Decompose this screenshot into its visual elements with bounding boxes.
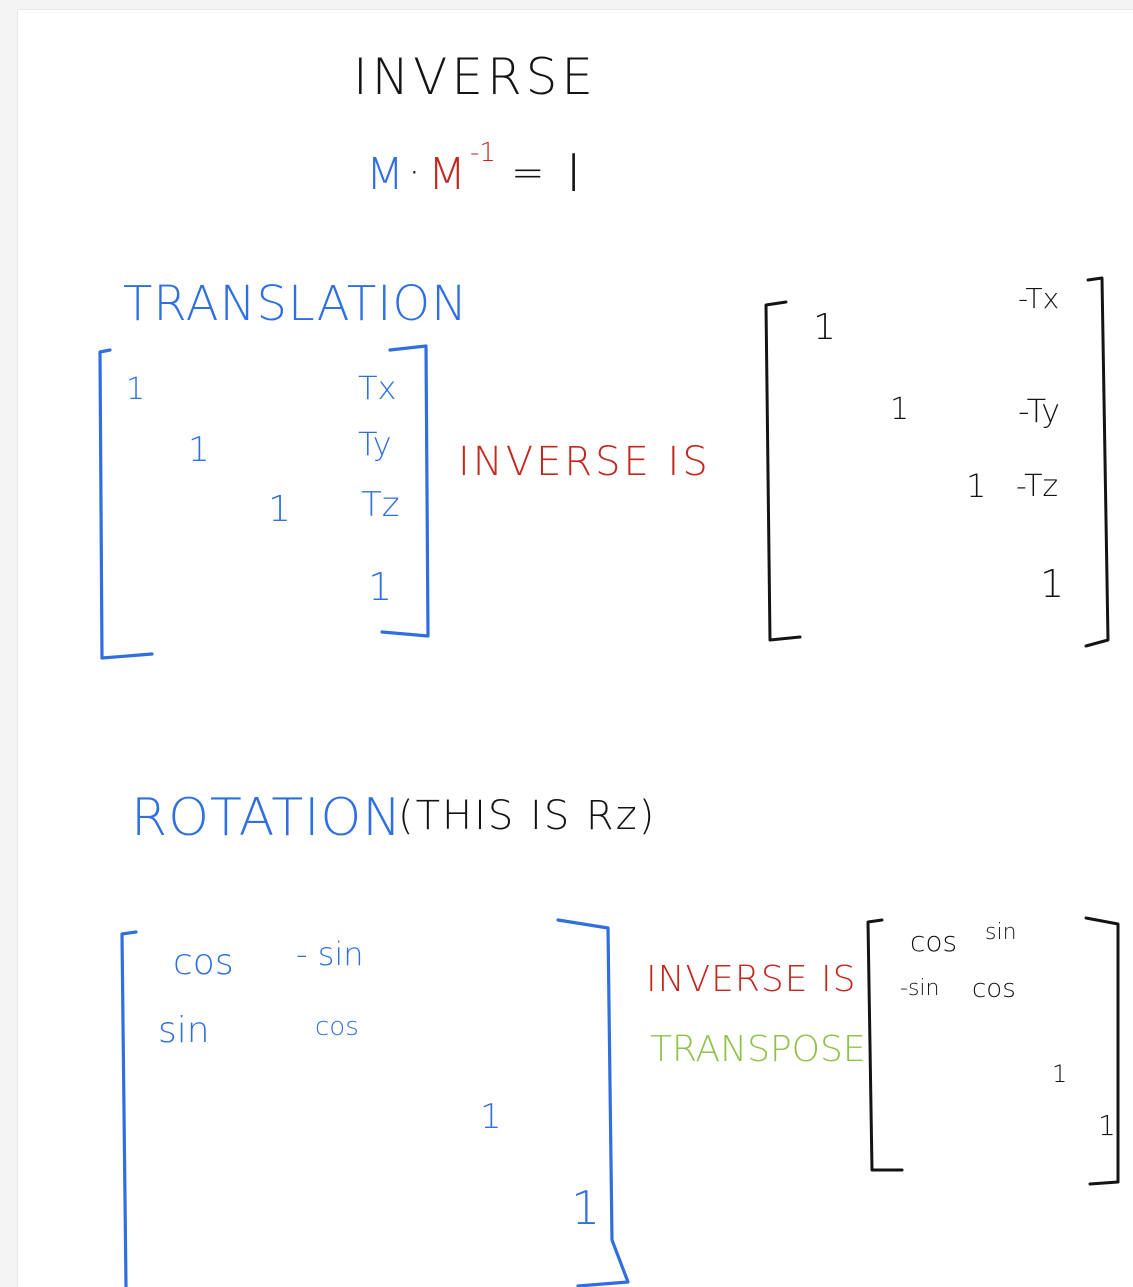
ri-cell-1: 1	[1052, 1060, 1068, 1088]
ri-cell-neg-sin: -sin	[900, 976, 940, 1001]
ri-cell-cos-b: cos	[972, 974, 1016, 1004]
rotation-inverse-brackets	[866, 916, 1120, 1186]
ri-cell-1b: 1	[1098, 1109, 1116, 1142]
note-canvas[interactable]: INVERSE M · M -1 = I TRANSLATION 1 Tx 1 …	[18, 10, 1133, 1287]
ri-cell-cos: cos	[910, 925, 958, 958]
ri-cell-sin: sin	[985, 920, 1017, 945]
canvas-top-border	[0, 0, 1133, 10]
